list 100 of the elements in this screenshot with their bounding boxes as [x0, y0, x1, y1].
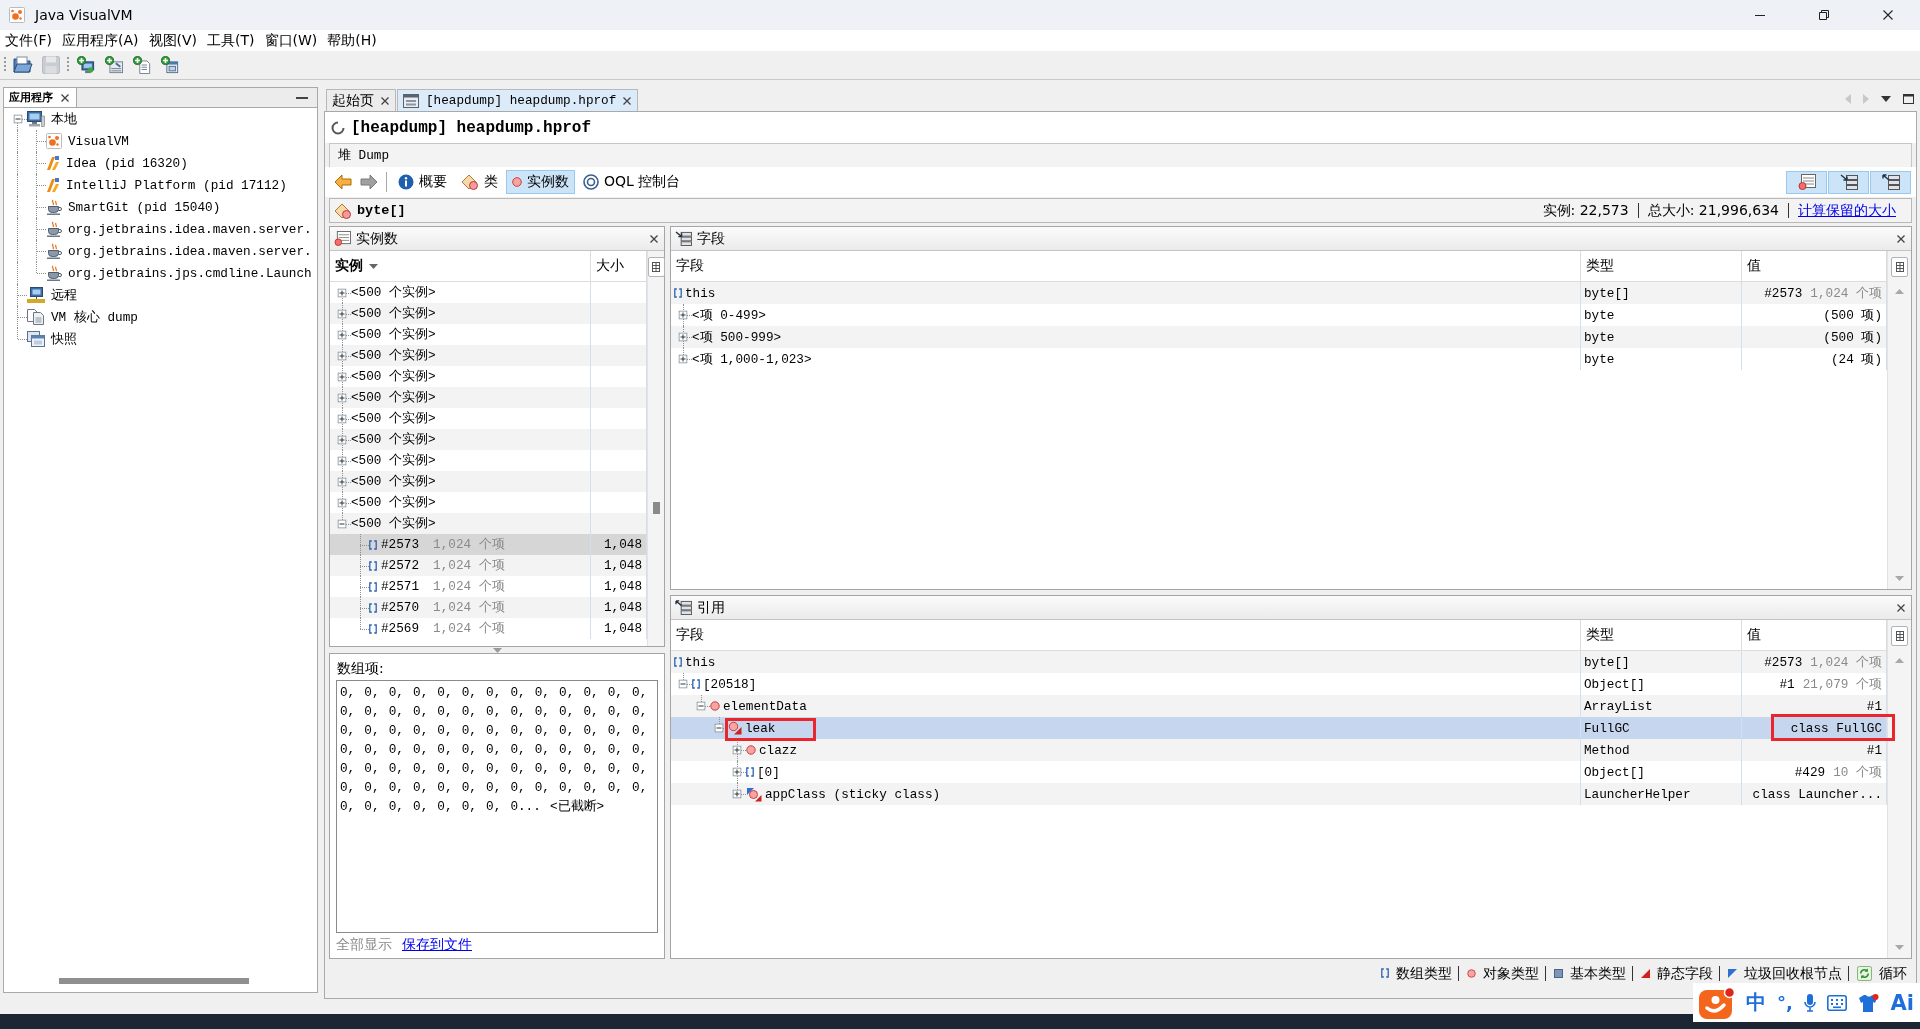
layout-toggle-button[interactable] — [1870, 170, 1911, 194]
tree-item[interactable]: VisualVM — [68, 133, 129, 149]
coffee-cup-icon — [46, 221, 62, 237]
plus-box-icon[interactable] — [337, 477, 347, 486]
plus-box-icon[interactable] — [678, 354, 688, 364]
tree-item[interactable]: 本地 — [51, 110, 77, 128]
table-row[interactable]: #2573 1,024 个项 1,048 — [330, 534, 647, 555]
layout-toggle-button[interactable] — [1828, 170, 1869, 194]
tree-item[interactable]: org.jetbrains.jps.cmdline.Launch — [68, 265, 312, 281]
tree-item[interactable]: 远程 — [51, 286, 77, 304]
plus-box-icon[interactable] — [337, 330, 347, 339]
plus-box-icon[interactable] — [337, 435, 347, 444]
plus-box-icon[interactable] — [337, 309, 347, 318]
tree-item[interactable]: org.jetbrains.idea.maven.server. — [68, 221, 312, 237]
plus-box-icon[interactable] — [337, 288, 347, 297]
scrollbar-thumb[interactable] — [652, 502, 660, 514]
close-icon[interactable] — [1897, 603, 1905, 612]
plus-box-icon[interactable] — [678, 310, 688, 320]
close-icon — [1883, 10, 1893, 20]
tree-item[interactable]: 快照 — [51, 330, 77, 348]
plus-box-icon[interactable] — [337, 414, 347, 423]
minus-box-icon[interactable] — [13, 114, 22, 124]
table-row[interactable]: #2570 1,024 个项 1,048 — [330, 597, 647, 618]
plus-box-icon[interactable] — [337, 393, 347, 402]
tree-item[interactable]: SmartGit (pid 15040) — [68, 199, 221, 215]
table-row[interactable]: #2572 1,024 个项 1,048 — [330, 555, 647, 576]
close-icon[interactable] — [381, 96, 389, 105]
panel-tab[interactable]: 应用程序 — [4, 88, 77, 107]
panel-plus-icon — [104, 56, 124, 74]
column-chooser-button[interactable] — [647, 257, 665, 277]
view-tab[interactable]: OQL 控制台 — [577, 170, 687, 194]
table-row[interactable]: <500 个实例> — [330, 471, 647, 492]
instance-group: <500 个实例> — [351, 410, 436, 427]
menu-item[interactable]: 工具(T) — [202, 31, 260, 50]
layout-toggle-button[interactable] — [1786, 170, 1827, 194]
language-toggle[interactable]: 中 — [1746, 989, 1766, 1016]
table-row[interactable]: clazz Method #1 — [671, 739, 1887, 761]
field-label: 数组项: — [336, 658, 385, 678]
view-tab[interactable]: 概要 — [392, 170, 453, 194]
table-row[interactable]: <500 个实例> — [330, 387, 647, 408]
editor-tab[interactable]: [heapdump] heapdump.hprof — [397, 89, 639, 111]
plus-box-icon[interactable] — [732, 767, 742, 777]
view-tab[interactable]: 实例数 — [506, 170, 575, 194]
table-row[interactable]: this byte[] #2573 1,024 个项 — [671, 282, 1887, 304]
plus-box-icon[interactable] — [337, 498, 347, 507]
minus-box-icon[interactable] — [714, 723, 724, 733]
plus-box-icon[interactable] — [732, 745, 742, 755]
minus-box-icon[interactable] — [337, 519, 347, 528]
toolbar-button[interactable] — [10, 54, 36, 76]
punctuation-toggle[interactable]: °, — [1777, 992, 1793, 1013]
app-logo-icon[interactable] — [1699, 986, 1735, 1019]
plus-box-icon[interactable] — [732, 789, 742, 799]
brackets-icon — [674, 657, 682, 667]
save-to-file-link[interactable]: 保存到文件 — [402, 936, 472, 954]
tree-item[interactable]: VM 核心 dump — [51, 308, 138, 326]
keyboard-icon[interactable] — [1826, 994, 1847, 1011]
menu-item[interactable]: 视图(V) — [143, 31, 202, 50]
close-icon[interactable] — [61, 93, 69, 102]
item-count: 1,024 个项 — [433, 620, 505, 637]
item-count: 1,024 个项 — [433, 536, 505, 553]
table-row[interactable]: this byte[] #2573 1,024 个项 — [671, 651, 1887, 673]
column-chooser-button[interactable] — [1891, 626, 1908, 646]
table-row[interactable]: <500 个实例> — [330, 513, 647, 534]
table-row[interactable]: elementData ArrayList #1 — [671, 695, 1887, 717]
info-icon — [398, 174, 414, 190]
plus-box-icon[interactable] — [678, 332, 688, 342]
caret-down-icon[interactable] — [1881, 96, 1891, 102]
table-row[interactable]: <500 个实例> — [330, 303, 647, 324]
table-row[interactable]: appClass (sticky class) LauncherHelper class Launcher... — [671, 783, 1887, 805]
menu-item[interactable]: 帮助(H) — [322, 31, 382, 50]
scrollbar-thumb[interactable] — [59, 978, 249, 984]
minus-box-icon[interactable] — [678, 679, 688, 689]
column-chooser-button[interactable] — [1891, 257, 1908, 277]
tree-item[interactable]: org.jetbrains.idea.maven.server. — [68, 243, 312, 259]
table-row[interactable]: <项 500-999> byte (500 项) — [671, 326, 1887, 348]
table-row[interactable]: <500 个实例> — [330, 429, 647, 450]
menu-item[interactable]: 窗口(W) — [259, 31, 323, 50]
instance-group: <500 个实例> — [351, 284, 436, 301]
menu-item[interactable]: 文件(F) — [0, 31, 57, 50]
minus-box-icon[interactable] — [696, 701, 706, 711]
tree-item[interactable]: Idea (pid 16320) — [66, 155, 188, 171]
close-icon[interactable] — [623, 96, 632, 105]
maximize-icon[interactable] — [1903, 94, 1914, 104]
microphone-icon[interactable] — [1803, 993, 1816, 1012]
view-tab[interactable]: 类 — [455, 170, 504, 194]
plus-box-icon[interactable] — [337, 351, 347, 360]
close-icon[interactable] — [650, 234, 658, 243]
shirt-icon[interactable] — [1857, 993, 1879, 1012]
minimize-icon[interactable] — [296, 96, 308, 99]
close-icon[interactable] — [1897, 234, 1905, 243]
text-area[interactable]: 0, 0, 0, 0, 0, 0, 0, 0, 0, 0, 0, 0, 0, 0, 0, 0, 0, 0, 0, 0, 0, 0, 0, 0, 0, 0, 0, 0, 0, 0, 0, 0, 0, 0, 0, 0, 0, 0, 0, 0, 0, 0, 0, 0, 0, 0, 0, 0, 0, 0, 0, 0, 0, 0, 0, 0, 0, 0, 0, 0, 0, 0, 0, 0, 0, 0, 0, 0, 0, 0, 0, 0, 0, 0, 0, 0, 0, 0, 0, 0, 0, 0, 0, 0, 0, 0... <已截断> — [336, 680, 658, 933]
table-row[interactable]: <500 个实例> — [330, 345, 647, 366]
plus-box-icon[interactable] — [337, 372, 347, 381]
plus-box-icon[interactable] — [337, 456, 347, 465]
ai-button[interactable]: Ai — [1890, 990, 1914, 1015]
menu-item[interactable]: 应用程序(A) — [57, 31, 144, 50]
tree-item[interactable]: IntelliJ Platform (pid 17112) — [66, 177, 287, 193]
instance-id: #2572 — [381, 558, 420, 573]
retained-size-link[interactable]: 计算保留的大小 — [1798, 202, 1898, 218]
editor-tab[interactable]: 起始页 — [326, 89, 396, 111]
